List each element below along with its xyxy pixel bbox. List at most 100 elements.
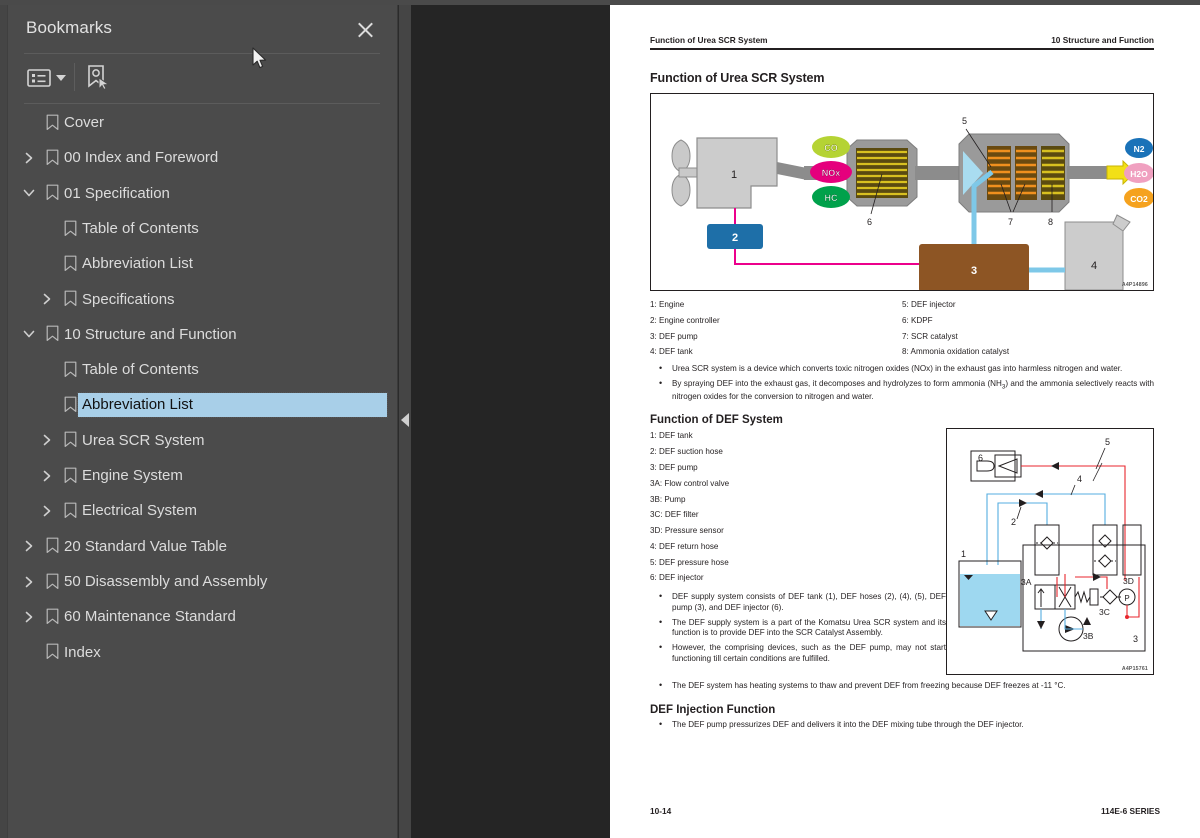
bookmark-item-label: Index (64, 643, 101, 661)
legend-item: 4: DEF return hose (650, 541, 719, 551)
bookmark-item[interactable]: Engine System (8, 458, 397, 493)
bullet-text: However, the comprising devices, such as… (672, 642, 946, 663)
bookmark-item[interactable]: Urea SCR System (8, 423, 397, 458)
bookmark-icon (64, 220, 79, 238)
svg-text:3: 3 (971, 265, 977, 277)
section-title-urea-scr: Function of Urea SCR System (650, 71, 825, 85)
legend-item: 5: DEF injector (902, 300, 956, 309)
bullet-item: By spraying DEF into the exhaust gas, it… (650, 378, 1154, 403)
running-header-left: Function of Urea SCR System (650, 35, 768, 45)
bookmark-item[interactable]: 20 Standard Value Table (8, 529, 397, 564)
bookmark-item-label: 20 Standard Value Table (64, 537, 227, 555)
svg-text:3C: 3C (1099, 607, 1110, 617)
legend-item: 2: DEF suction hose (650, 447, 723, 457)
svg-text:6: 6 (867, 217, 872, 227)
list-options-icon[interactable] (24, 65, 54, 91)
bullet-item: The DEF system has heating systems to th… (650, 680, 1154, 692)
close-icon[interactable] (355, 20, 375, 40)
svg-text:HC: HC (825, 193, 838, 203)
legend-item: 4: DEF tank (650, 347, 693, 357)
bookmark-item-label: 50 Disassembly and Assembly (64, 573, 268, 590)
add-bookmark-icon[interactable] (84, 63, 112, 93)
bookmark-item[interactable]: Abbreviation List (8, 246, 397, 281)
bookmark-item-label: 01 Specification (64, 184, 170, 202)
bookmark-item[interactable]: Index (8, 634, 397, 669)
legend-item: 3D: Pressure sensor (650, 526, 724, 536)
svg-text:3A: 3A (1021, 577, 1032, 587)
svg-text:3D: 3D (1123, 576, 1134, 586)
app-root: Bookmarks Cover 00 Index and Foreword 01… (0, 0, 1200, 838)
def-freeze-bullets: The DEF system has heating systems to th… (650, 680, 1154, 692)
legend-item: 3: DEF pump (650, 331, 698, 341)
bookmarks-tree: Cover 00 Index and Foreword 01 Specificati… (8, 105, 397, 838)
svg-text:4: 4 (1077, 474, 1082, 484)
bookmark-item[interactable]: Cover (8, 105, 397, 140)
chevron-right-icon[interactable] (20, 149, 38, 167)
bullet-text: Urea SCR system is a device which conver… (672, 364, 1123, 374)
figure1-legend-left: 1: Engine 2: Engine controller 3: DEF pu… (650, 297, 902, 360)
chevron-right-icon[interactable] (20, 608, 38, 626)
panel-title: Bookmarks (26, 18, 112, 37)
bookmark-item[interactable]: 60 Maintenance Standard (8, 599, 397, 634)
legend-item: 1: DEF tank (650, 431, 693, 441)
bullet-text: The DEF pump pressurizes DEF and deliver… (672, 720, 1024, 730)
figure-code-1: A4P14896 (1121, 282, 1148, 288)
legend-item: 6: DEF injector (650, 573, 704, 583)
bullet-item: DEF supply system consists of DEF tank (… (650, 591, 946, 613)
bookmarks-panel-header: Bookmarks (8, 5, 397, 53)
bookmark-item-label: Abbreviation List (82, 255, 193, 273)
bookmark-icon (64, 467, 79, 485)
figure-urea-scr-system: 1 CO NOx HC N2 H2O CO2 2 3 4 5 6 7 8 A4P… (650, 93, 1154, 292)
bookmark-item[interactable]: Electrical System (8, 493, 397, 528)
chevron-down-icon[interactable] (20, 325, 38, 343)
bookmark-item-label: Engine System (82, 467, 183, 485)
chevron-right-icon[interactable] (20, 537, 38, 555)
legend-item: 5: DEF pressure hose (650, 557, 729, 567)
bookmark-item-label: Table of Contents (82, 220, 199, 238)
page-running-header: Function of Urea SCR System 10 Structure… (650, 35, 1154, 48)
panel-collapse-handle[interactable] (399, 5, 411, 838)
mouse-cursor (252, 47, 268, 71)
svg-text:7: 7 (1008, 217, 1013, 227)
bullet-item: Urea SCR system is a device which conver… (650, 363, 1154, 375)
svg-text:NOx: NOx (822, 168, 841, 178)
bookmark-item[interactable]: 01 Specification (8, 176, 397, 211)
legend-item: 3: DEF pump (650, 462, 698, 472)
bookmark-icon (46, 573, 61, 591)
toolbar-divider (24, 103, 380, 104)
section-title-def-system: Function of DEF System (650, 414, 783, 427)
def-system-bullets: DEF supply system consists of DEF tank (… (650, 591, 946, 664)
legend-item: 1: Engine (650, 300, 685, 309)
chevron-right-icon[interactable] (38, 431, 56, 449)
chevron-right-icon[interactable] (20, 573, 38, 591)
figure-code-2: A4P15761 (1121, 666, 1148, 673)
bookmark-icon (46, 643, 61, 661)
page-footer: 10-14 114E-6 SERIES (650, 806, 1160, 816)
chevron-right-icon[interactable] (38, 467, 56, 485)
bullet-item: However, the comprising devices, such as… (650, 642, 946, 664)
panel-left-rail (0, 5, 8, 838)
legend-item: 3A: Flow control valve (650, 478, 730, 488)
bookmark-item[interactable]: 10 Structure and Function (8, 317, 397, 352)
bookmark-icon (46, 149, 61, 167)
svg-text:CO2: CO2 (1130, 194, 1148, 204)
bookmark-item[interactable]: Table of Contents (8, 352, 397, 387)
svg-text:4: 4 (1091, 260, 1097, 272)
svg-text:2: 2 (732, 232, 738, 244)
svg-text:3B: 3B (1083, 631, 1094, 641)
svg-text:5: 5 (1105, 437, 1110, 447)
bookmark-item[interactable]: Specifications (8, 281, 397, 316)
chevron-down-icon[interactable] (20, 184, 38, 202)
bookmark-item[interactable]: Abbreviation List (8, 387, 397, 422)
figure2-legend: 1: DEF tank 2: DEF suction hose 3: DEF p… (650, 428, 946, 586)
chevron-right-icon[interactable] (38, 290, 56, 308)
svg-text:2: 2 (1011, 517, 1016, 527)
bookmark-item[interactable]: Table of Contents (8, 211, 397, 246)
figure1-legend: 1: Engine 2: Engine controller 3: DEF pu… (650, 297, 1154, 360)
bookmark-item[interactable]: 50 Disassembly and Assembly (8, 564, 397, 599)
def-injection-bullets: The DEF pump pressurizes DEF and deliver… (650, 719, 1154, 731)
chevron-down-icon[interactable] (55, 73, 67, 83)
legend-item: 6: KDPF (902, 315, 933, 325)
chevron-right-icon[interactable] (38, 502, 56, 520)
bookmark-item[interactable]: 00 Index and Foreword (8, 140, 397, 175)
